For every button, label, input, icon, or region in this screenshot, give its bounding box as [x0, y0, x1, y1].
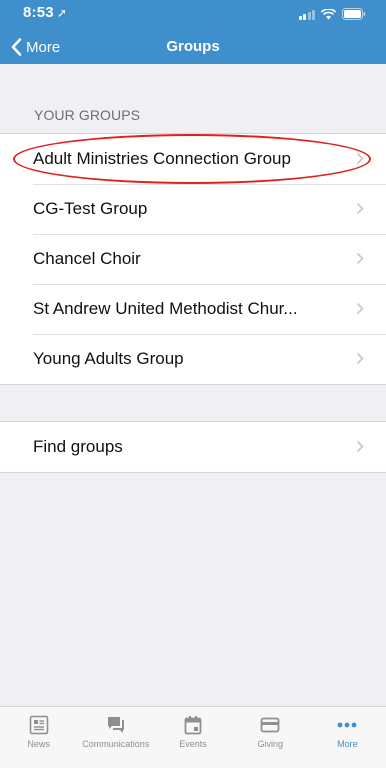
- tab-more[interactable]: More: [309, 707, 386, 768]
- wifi-icon: [321, 8, 336, 19]
- group-row[interactable]: St Andrew United Methodist Chur...: [0, 284, 386, 334]
- news-icon: [29, 715, 48, 735]
- status-indicators: [298, 6, 367, 22]
- tab-bar: News Communications Events Giving More: [0, 706, 386, 768]
- chevron-right-icon: [356, 302, 364, 315]
- tab-events[interactable]: Events: [154, 707, 231, 768]
- group-label: Young Adults Group: [33, 349, 184, 368]
- find-groups-row[interactable]: Find groups: [0, 422, 386, 472]
- more-dots-icon: [338, 722, 357, 728]
- group-row[interactable]: CG-Test Group: [0, 184, 386, 234]
- tab-label: Events: [179, 739, 207, 749]
- page-title: Groups: [166, 38, 220, 55]
- card-icon: [260, 717, 280, 733]
- navigation-bar: More Groups: [0, 30, 386, 64]
- chevron-right-icon: [356, 152, 364, 165]
- tab-label: More: [337, 739, 358, 749]
- status-time: 8:53 ➚: [23, 4, 67, 21]
- tab-communications[interactable]: Communications: [77, 707, 154, 768]
- tab-label: News: [27, 739, 50, 749]
- your-groups-list: Adult Ministries Connection Group CG-Tes…: [0, 133, 386, 385]
- group-row[interactable]: Chancel Choir: [0, 234, 386, 284]
- chat-icon: [107, 717, 124, 733]
- find-groups-label: Find groups: [33, 437, 123, 456]
- chevron-right-icon: [356, 440, 364, 453]
- group-row[interactable]: Adult Ministries Connection Group: [0, 134, 386, 184]
- tab-giving[interactable]: Giving: [232, 707, 309, 768]
- your-groups-header: YOUR GROUPS: [34, 107, 141, 123]
- chevron-right-icon: [356, 252, 364, 265]
- battery-icon: [342, 8, 366, 20]
- status-bar: 8:53 ➚: [0, 0, 386, 30]
- group-row[interactable]: Young Adults Group: [0, 334, 386, 384]
- group-label: CG-Test Group: [33, 199, 148, 218]
- calendar-icon: [184, 716, 202, 735]
- chevron-right-icon: [356, 202, 364, 215]
- tab-label: Giving: [257, 739, 283, 749]
- group-label: St Andrew United Methodist Chur...: [33, 299, 298, 318]
- location-arrow-icon: ➚: [56, 6, 68, 20]
- clock-text: 8:53: [23, 4, 54, 21]
- cellular-signal-icon: [298, 9, 315, 20]
- find-groups-list: Find groups: [0, 421, 386, 473]
- tab-news[interactable]: News: [0, 707, 77, 768]
- group-label: Chancel Choir: [33, 249, 141, 268]
- tab-label: Communications: [82, 739, 150, 749]
- chevron-right-icon: [356, 352, 364, 365]
- group-label: Adult Ministries Connection Group: [33, 149, 291, 168]
